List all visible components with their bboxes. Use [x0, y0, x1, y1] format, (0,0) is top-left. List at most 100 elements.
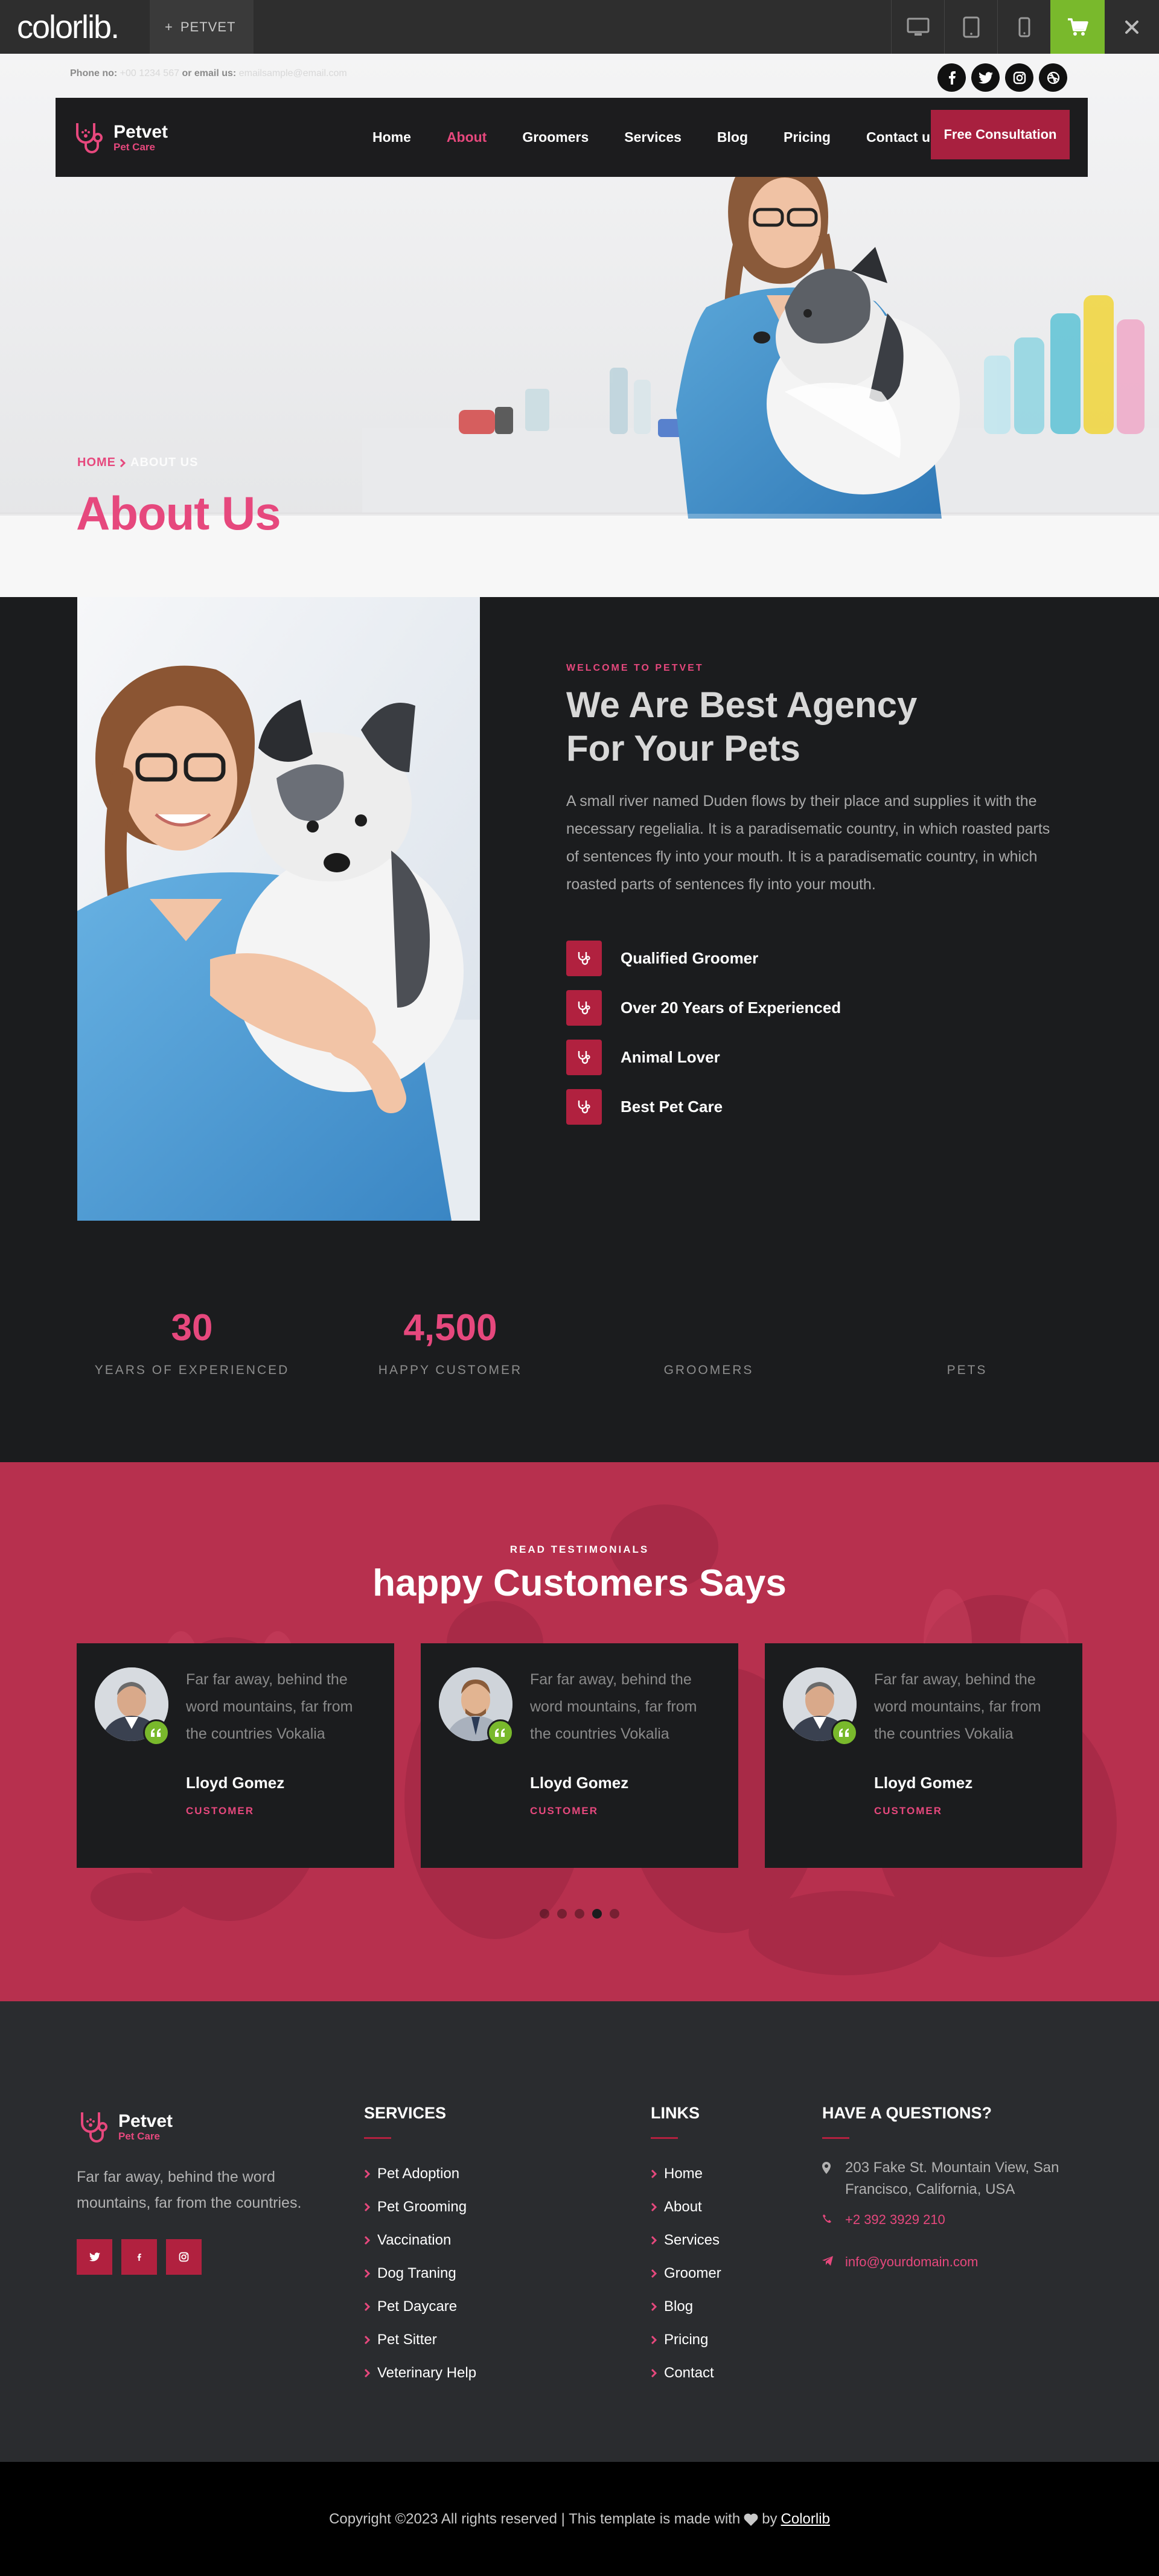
- colorlib-logo[interactable]: colorlib.: [0, 8, 150, 46]
- feature-label: Best Pet Care: [621, 1097, 723, 1116]
- brand-logo[interactable]: Petvet Pet Care: [72, 120, 168, 156]
- instagram-icon[interactable]: [1005, 63, 1033, 92]
- testimonial-name: Lloyd Gomez: [530, 1774, 629, 1792]
- dribbble-icon[interactable]: [1039, 63, 1067, 92]
- map-marker-icon: [822, 2157, 845, 2200]
- phone-icon: [822, 2209, 845, 2231]
- chevron-right-icon: [364, 2302, 370, 2311]
- footer-service-link[interactable]: Vaccination: [364, 2223, 476, 2257]
- footer-link[interactable]: Blog: [651, 2290, 721, 2323]
- instagram-icon[interactable]: [166, 2239, 202, 2275]
- footer-email[interactable]: info@yourdomain.com: [822, 2251, 1088, 2273]
- testimonial-role: CUSTOMER: [530, 1805, 598, 1817]
- footer-link-label: About: [664, 2198, 702, 2215]
- twitter-icon[interactable]: [971, 63, 1000, 92]
- feature-list: Qualified Groomer Over 20 Years of Exper…: [566, 933, 1061, 1131]
- carousel-dot[interactable]: [610, 1909, 619, 1919]
- footer-link[interactable]: Contact: [651, 2356, 721, 2389]
- hero-section: Phone no: +00 1234 567 or email us: emai…: [0, 54, 1159, 597]
- about-content: WELCOME TO PETVET We Are Best Agency For…: [566, 663, 1061, 1131]
- footer-service-label: Vaccination: [377, 2231, 452, 2248]
- footer-phone[interactable]: +2 392 3929 210: [822, 2209, 1088, 2231]
- email-value[interactable]: emailsample@email.com: [239, 68, 347, 78]
- nav-item-services[interactable]: Services: [624, 129, 682, 145]
- footer-questions-heading: HAVE A QUESTIONS?: [822, 2104, 992, 2122]
- pet-care-icon: [566, 989, 602, 1026]
- counter-years: 30 YEARS OF EXPERIENCED: [65, 1306, 319, 1378]
- testimonials-title: happy Customers Says: [372, 1562, 787, 1604]
- nav-item-groomers[interactable]: Groomers: [522, 129, 589, 145]
- footer-about-text: Far far away, behind the word mountains,…: [77, 2169, 302, 2211]
- about-section: WELCOME TO PETVET We Are Best Agency For…: [0, 597, 1159, 1221]
- counter-label: YEARS OF EXPERIENCED: [94, 1363, 290, 1377]
- device-switcher: [891, 0, 1050, 54]
- footer-service-link[interactable]: Dog Traning: [364, 2257, 476, 2290]
- chevron-right-icon: [651, 2169, 657, 2178]
- chevron-right-icon: [364, 2335, 370, 2344]
- footer-brand-logo[interactable]: Petvet Pet Care: [77, 2109, 173, 2145]
- list-item: Qualified Groomer: [566, 933, 1061, 983]
- footer-link[interactable]: About: [651, 2190, 721, 2223]
- nav-item-home[interactable]: Home: [372, 129, 411, 145]
- breadcrumb-home[interactable]: HOME: [77, 456, 116, 470]
- preview-toolbar: colorlib. + PETVET: [0, 0, 1159, 54]
- footer-link[interactable]: Pricing: [651, 2323, 721, 2356]
- mobile-icon[interactable]: [997, 0, 1050, 54]
- nav-item-blog[interactable]: Blog: [717, 129, 748, 145]
- twitter-icon[interactable]: [77, 2239, 112, 2275]
- stethoscope-paw-icon: [76, 123, 103, 153]
- free-consultation-button[interactable]: Free Consultation: [931, 110, 1070, 159]
- carousel-dot[interactable]: [540, 1909, 549, 1919]
- footer-service-link[interactable]: Pet Grooming: [364, 2190, 476, 2223]
- facebook-icon[interactable]: [121, 2239, 157, 2275]
- footer-link[interactable]: Services: [651, 2223, 721, 2257]
- carousel-dot-active[interactable]: [592, 1909, 602, 1919]
- footer-contact-column: HAVE A QUESTIONS? 203 Fake St. Mountain …: [822, 2104, 1088, 2273]
- top-social-links: [937, 63, 1067, 92]
- tablet-icon[interactable]: [944, 0, 997, 54]
- close-button[interactable]: [1105, 0, 1159, 54]
- quote-icon: [487, 1719, 514, 1746]
- chevron-right-icon: [364, 2236, 370, 2245]
- footer-service-link[interactable]: Pet Adoption: [364, 2157, 476, 2190]
- pet-care-icon: [566, 1039, 602, 1075]
- footer-link-label: Blog: [664, 2298, 694, 2315]
- about-paragraph: A small river named Duden flows by their…: [566, 793, 1050, 893]
- counter-value: 30: [171, 1307, 213, 1349]
- chevron-right-icon: [651, 2368, 657, 2377]
- footer-service-link[interactable]: Pet Daycare: [364, 2290, 476, 2323]
- footer-brand-tagline: Pet Care: [118, 2130, 160, 2142]
- chevron-right-icon: [120, 458, 126, 467]
- facebook-icon[interactable]: [937, 63, 966, 92]
- footer-link[interactable]: Groomer: [651, 2257, 721, 2290]
- carousel-dot[interactable]: [557, 1909, 567, 1919]
- about-title: We Are Best Agency For Your Pets: [566, 683, 940, 770]
- footer-social-links: [77, 2239, 202, 2275]
- footer-service-link[interactable]: Veterinary Help: [364, 2356, 476, 2389]
- carousel-dots: [0, 1909, 1159, 1919]
- chevron-right-icon: [364, 2169, 370, 2178]
- carousel-dot[interactable]: [575, 1909, 584, 1919]
- nav-item-contact[interactable]: Contact us: [866, 129, 938, 145]
- chevron-right-icon: [364, 2269, 370, 2278]
- footer-link[interactable]: Home: [651, 2157, 721, 2190]
- theme-selector[interactable]: + PETVET: [150, 0, 254, 54]
- nav-item-pricing[interactable]: Pricing: [784, 129, 831, 145]
- nav-item-about[interactable]: About: [447, 129, 487, 145]
- counter-groomers: GROOMERS: [582, 1306, 835, 1378]
- counter-label: HAPPY CUSTOMER: [378, 1363, 523, 1377]
- footer-services-column: SERVICES Pet Adoption Pet Grooming Vacci…: [364, 2104, 476, 2389]
- brand-name: Petvet: [113, 122, 168, 142]
- chevron-right-icon: [651, 2302, 657, 2311]
- footer-service-label: Veterinary Help: [377, 2364, 477, 2381]
- footer-address-text: 203 Fake St. Mountain View, San Francisc…: [845, 2159, 1059, 2197]
- cart-button[interactable]: [1050, 0, 1105, 54]
- chevron-right-icon: [364, 2202, 370, 2211]
- desktop-icon[interactable]: [891, 0, 944, 54]
- about-title-line1: We Are Best Agency: [566, 685, 918, 725]
- about-eyebrow: WELCOME TO PETVET: [566, 663, 704, 673]
- colorlib-link[interactable]: Colorlib: [781, 2511, 830, 2528]
- phone-value[interactable]: +00 1234 567: [120, 68, 179, 78]
- testimonial-text: Far far away, behind the word mountains,…: [530, 1671, 697, 1742]
- footer-service-link[interactable]: Pet Sitter: [364, 2323, 476, 2356]
